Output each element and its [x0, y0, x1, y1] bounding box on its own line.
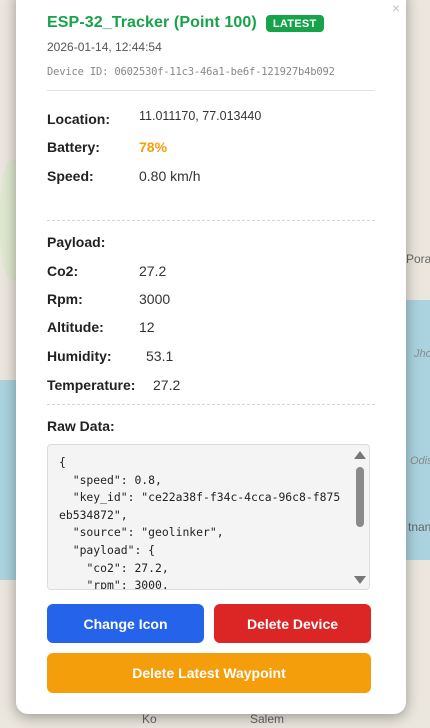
raw-data-label: Raw Data: — [47, 418, 115, 434]
map-label: Pora — [406, 252, 430, 266]
location-label: Location: — [47, 111, 110, 127]
payload-value: 27.2 — [153, 377, 181, 393]
payload-key: Altitude: — [47, 319, 104, 335]
location-value: 11.011170, 77.013440 — [139, 109, 262, 123]
latest-badge: LATEST — [265, 14, 324, 32]
speed-row: Speed: 0.80 km/h — [47, 168, 200, 184]
map-label: Ko — [142, 712, 157, 726]
payload-value: 27.2 — [139, 263, 167, 279]
speed-value: 0.80 km/h — [139, 168, 201, 184]
close-icon[interactable]: × — [392, 0, 400, 16]
payload-item: Co2: 27.2 — [47, 263, 166, 279]
payload-key: Co2: — [47, 263, 79, 279]
map-label: Salem — [250, 712, 285, 726]
raw-data-heading: Raw Data: — [47, 418, 115, 434]
payload-heading-label: Payload: — [47, 234, 106, 250]
device-title: ESP-32_Tracker (Point 100) — [47, 14, 257, 31]
speed-label: Speed: — [47, 168, 94, 184]
scroll-up-icon[interactable] — [354, 451, 366, 459]
scrollbar[interactable] — [351, 445, 369, 589]
raw-data-text[interactable]: { "speed": 0.8, "key_id": "ce22a38f-f34c… — [48, 445, 369, 589]
change-icon-button[interactable]: Change Icon — [47, 604, 204, 643]
payload-value: 53.1 — [146, 348, 174, 364]
payload-item: Humidity: 53.1 — [47, 348, 173, 364]
map-label: Jho — [414, 348, 430, 360]
battery-value: 78% — [139, 139, 168, 155]
raw-data-box[interactable]: { "speed": 0.8, "key_id": "ce22a38f-f34c… — [47, 444, 370, 590]
delete-latest-waypoint-button[interactable]: Delete Latest Waypoint — [47, 653, 371, 693]
popup-header: ESP-32_Tracker (Point 100) LATEST — [47, 14, 324, 32]
divider — [47, 220, 375, 221]
timestamp: 2026-01-14, 12:44:54 — [47, 40, 162, 54]
battery-row: Battery: 78% — [47, 139, 167, 155]
payload-item: Rpm: 3000 — [47, 291, 170, 307]
device-id: Device ID: 0602530f-11c3-46a1-be6f-12192… — [47, 66, 335, 78]
divider — [47, 90, 375, 91]
payload-item: Altitude: 12 — [47, 319, 155, 335]
scroll-down-icon[interactable] — [354, 576, 366, 584]
scroll-thumb[interactable] — [356, 467, 364, 527]
delete-device-button[interactable]: Delete Device — [214, 604, 371, 643]
payload-heading: Payload: — [47, 234, 105, 250]
map-label: Odis — [410, 455, 430, 467]
payload-key: Humidity: — [47, 348, 112, 364]
payload-key: Rpm: — [47, 291, 83, 307]
map-label: tnan — [408, 520, 430, 534]
payload-item: Temperature: 27.2 — [47, 377, 180, 393]
battery-label: Battery: — [47, 139, 100, 155]
payload-value: 3000 — [139, 291, 171, 307]
divider — [47, 404, 375, 405]
payload-value: 12 — [139, 319, 155, 335]
payload-key: Temperature: — [47, 377, 136, 393]
device-popup: × ESP-32_Tracker (Point 100) LATEST 2026… — [16, 0, 406, 714]
location-row: Location: 11.011170, 77.013440 — [47, 109, 261, 127]
